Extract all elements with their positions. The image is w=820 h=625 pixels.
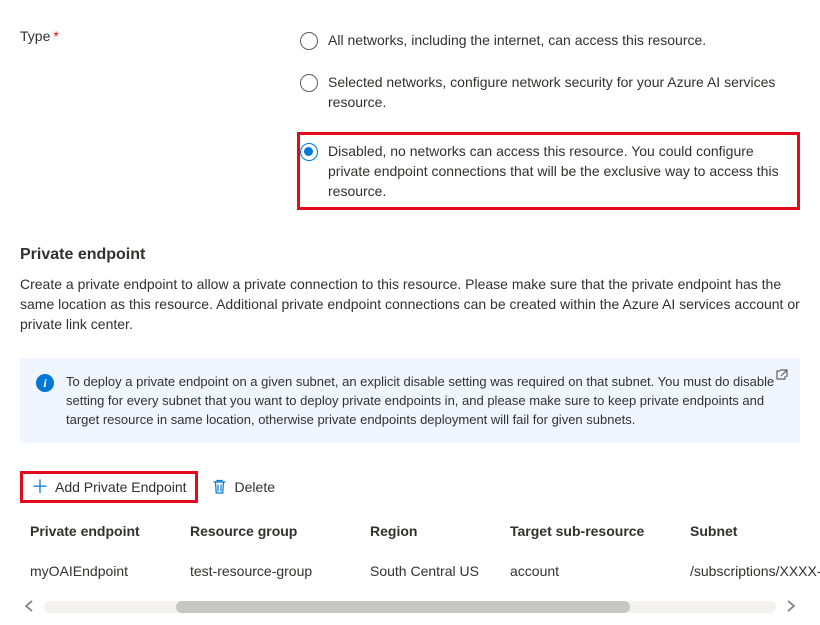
cell-endpoint: myOAIEndpoint [30, 563, 190, 579]
radio-option-all-networks[interactable]: All networks, including the internet, ca… [300, 28, 800, 52]
type-label: Type* [20, 28, 300, 44]
radio-circle[interactable] [300, 32, 318, 50]
radio-label: All networks, including the internet, ca… [328, 30, 706, 50]
info-banner-text: To deploy a private endpoint on a given … [66, 372, 784, 429]
cell-resource-group: test-resource-group [190, 563, 370, 579]
radio-label: Disabled, no networks can access this re… [328, 141, 791, 201]
external-link-icon[interactable] [776, 368, 788, 384]
radio-label: Selected networks, configure network sec… [328, 72, 794, 112]
add-button-label: Add Private Endpoint [55, 479, 187, 495]
radio-circle[interactable] [300, 74, 318, 92]
scroll-thumb[interactable] [176, 601, 630, 613]
scroll-track[interactable] [44, 601, 776, 613]
radio-option-disabled[interactable]: Disabled, no networks can access this re… [297, 132, 800, 210]
private-endpoint-description: Create a private endpoint to allow a pri… [0, 270, 820, 350]
info-icon: i [36, 374, 54, 392]
col-header-region[interactable]: Region [370, 523, 510, 539]
required-asterisk: * [53, 28, 58, 44]
private-endpoint-table: Private endpoint Resource group Region T… [0, 513, 820, 593]
col-header-resource-group[interactable]: Resource group [190, 523, 370, 539]
type-label-text: Type [20, 28, 50, 44]
trash-icon [212, 479, 227, 495]
col-header-target[interactable]: Target sub-resource [510, 523, 690, 539]
delete-button[interactable]: Delete [212, 479, 275, 495]
table-row[interactable]: myOAIEndpoint test-resource-group South … [20, 549, 800, 593]
private-endpoint-toolbar: ＋ Add Private Endpoint Delete [0, 463, 820, 513]
cell-region: South Central US [370, 563, 510, 579]
radio-circle-selected[interactable] [300, 143, 318, 161]
cell-subnet: /subscriptions/XXXX- [690, 563, 820, 579]
radio-option-selected-networks[interactable]: Selected networks, configure network sec… [300, 70, 800, 114]
add-private-endpoint-button[interactable]: ＋ Add Private Endpoint [20, 471, 198, 503]
horizontal-scrollbar [20, 599, 800, 615]
delete-button-label: Delete [235, 479, 275, 495]
scroll-right-arrow-icon[interactable] [782, 599, 800, 615]
cell-target: account [510, 563, 690, 579]
col-header-endpoint[interactable]: Private endpoint [30, 523, 190, 539]
plus-icon: ＋ [31, 480, 49, 494]
type-radio-group: All networks, including the internet, ca… [300, 28, 800, 210]
table-header-row: Private endpoint Resource group Region T… [20, 513, 800, 549]
type-field-row: Type* All networks, including the intern… [0, 0, 820, 220]
info-banner: i To deploy a private endpoint on a give… [20, 358, 800, 443]
private-endpoint-heading: Private endpoint [0, 220, 820, 270]
col-header-subnet[interactable]: Subnet [690, 523, 800, 539]
scroll-left-arrow-icon[interactable] [20, 599, 38, 615]
